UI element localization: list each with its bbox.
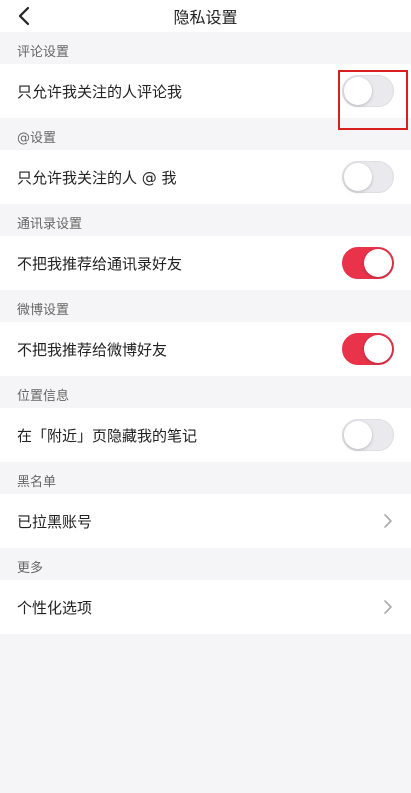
section-header-blacklist: 黑名单	[17, 475, 57, 490]
section-header-contacts: 通讯录设置	[17, 217, 83, 232]
toggle-knob	[344, 163, 372, 191]
setting-label-weibo: 不把我推荐给微博好友	[17, 340, 168, 359]
setting-label-blacklist: 已拉黑账号	[17, 512, 93, 531]
toggle-knob	[364, 249, 392, 277]
toggle-knob	[364, 335, 392, 363]
section-header-more: 更多	[17, 561, 44, 576]
contacts-toggle[interactable]	[342, 247, 394, 279]
setting-label-mention: 只允许我关注的人 @ 我	[17, 168, 177, 187]
toggle-knob	[344, 77, 372, 105]
chevron-right-icon	[384, 514, 394, 528]
toggle-knob	[344, 421, 372, 449]
location-toggle[interactable]	[342, 419, 394, 451]
personalization-row[interactable]: 个性化选项	[0, 580, 411, 634]
mention-toggle[interactable]	[342, 161, 394, 193]
setting-label-personalization: 个性化选项	[17, 598, 93, 617]
page-title: 隐私设置	[173, 8, 238, 27]
setting-label-contacts: 不把我推荐给通讯录好友	[17, 254, 183, 273]
section-header-comment: 评论设置	[17, 45, 70, 60]
setting-label-comment: 只允许我关注的人评论我	[17, 82, 183, 101]
setting-row-location: 在「附近」页隐藏我的笔记	[0, 408, 411, 462]
section-header-mention: @设置	[17, 131, 57, 146]
setting-row-weibo: 不把我推荐给微博好友	[0, 322, 411, 376]
top-bar: 隐私设置	[0, 0, 411, 32]
setting-row-contacts: 不把我推荐给通讯录好友	[0, 236, 411, 290]
section-header-weibo: 微博设置	[17, 303, 70, 318]
blacklist-row[interactable]: 已拉黑账号	[0, 494, 411, 548]
back-arrow-icon[interactable]	[14, 4, 34, 28]
setting-label-location: 在「附近」页隐藏我的笔记	[17, 426, 198, 445]
setting-row-comment: 只允许我关注的人评论我	[0, 64, 411, 118]
comment-toggle[interactable]	[342, 75, 394, 107]
setting-row-mention: 只允许我关注的人 @ 我	[0, 150, 411, 204]
weibo-toggle[interactable]	[342, 333, 394, 365]
chevron-right-icon	[384, 600, 394, 614]
section-header-location: 位置信息	[17, 389, 70, 404]
